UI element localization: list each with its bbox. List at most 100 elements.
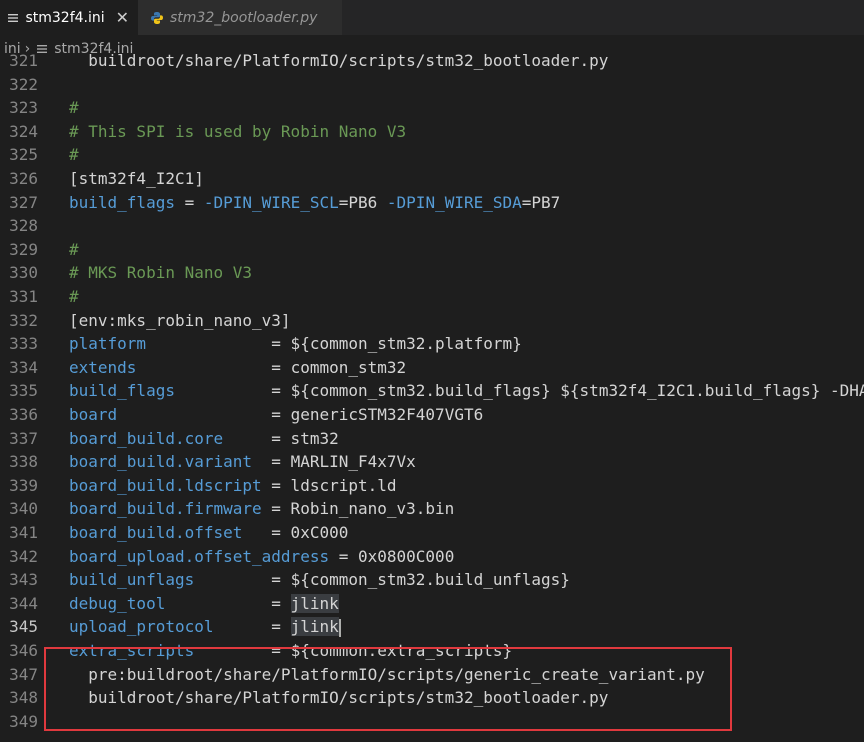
line-number: 329 [9,239,38,259]
code-token: [env:mks_robin_nano_v3] [69,310,291,330]
code-text: board_build.ldscript = ldscript.ld [69,474,397,498]
code-text: build_flags = ${common_stm32.build_flags… [69,379,864,403]
code-line[interactable]: 342 board_upload.offset_address = 0x0800C… [0,545,864,569]
code-line[interactable]: 329 # [0,238,864,262]
line-number: 328 [9,216,38,236]
code-token: = genericSTM32F407VGT6 [117,405,484,424]
line-number: 343 [9,570,38,590]
code-token: = ${common_stm32.platform} [146,334,522,354]
highlight-box [44,647,732,731]
code-token: jlink [290,593,339,613]
code-line[interactable]: 337 board_build.core = stm32 [0,427,864,451]
line-number: 332 [9,310,38,330]
code-line[interactable]: 322 [0,73,864,97]
code-line[interactable]: 338 board_build.variant = MARLIN_F4x7Vx [0,450,864,474]
code-token: build_unflags [69,570,195,590]
code-line[interactable]: 324 # This SPI is used by Robin Nano V3 [0,120,864,144]
code-text: board = genericSTM32F407VGT6 [69,403,483,427]
line-number: 349 [9,711,38,731]
code-token: =PB6 [338,192,387,212]
line-number: 347 [9,664,38,684]
line-number: 340 [9,499,38,519]
code-line[interactable]: 334 extends = common_stm32 [0,356,864,380]
code-line[interactable]: 327 build_flags = -DPIN_WIRE_SCL=PB6 -DPI… [0,191,864,215]
code-line[interactable]: 333 platform = ${common_stm32.platform} [0,332,864,356]
line-number: 331 [9,287,38,306]
code-text: # MKS Robin Nano V3 [69,261,252,285]
line-number: 324 [9,121,38,141]
code-text: board_build.core = stm32 [69,427,339,451]
code-text: [env:mks_robin_nano_v3] [69,309,291,333]
code-token: debug_tool [69,593,166,613]
close-icon[interactable]: ✕ [115,8,130,27]
code-line[interactable]: 339 board_build.ldscript = ldscript.ld [0,474,864,498]
code-line[interactable]: 341 board_build.offset = 0xC000 [0,521,864,545]
code-token: = ldscript.ld [261,475,397,495]
tab-stm32-bootloader-py[interactable]: stm32_bootloader.py [138,0,342,35]
code-line[interactable]: 325 # [0,143,864,167]
code-token: board_upload.offset_address [69,546,330,566]
code-token: = ${common_stm32.build_flags} ${stm32f4_… [174,381,864,401]
code-token: extends [69,357,137,377]
code-line[interactable]: 336 board = genericSTM32F407VGT6 [0,403,864,427]
line-number: 321 [9,54,38,70]
code-line[interactable]: 331 # [0,285,864,309]
code-line[interactable]: 332 [env:mks_robin_nano_v3] [0,309,864,333]
tab-label: stm32_bootloader.py [170,9,318,26]
code-token: = stm32 [223,428,339,448]
code-line[interactable]: 328 [0,214,864,238]
code-line[interactable]: 326 [stm32f4_I2C1] [0,167,864,191]
code-token: = [165,593,291,613]
code-line[interactable]: 335 build_flags = ${common_stm32.build_fl… [0,379,864,403]
line-number: 345 [9,617,38,637]
code-text: build_flags = -DPIN_WIRE_SCL=PB6 -DPIN_W… [69,191,560,215]
code-token: = Robin_nano_v3.bin [261,499,455,519]
code-token: =PB7 [521,192,561,212]
line-number: 339 [9,475,38,495]
code-line[interactable]: 343 build_unflags = ${common_stm32.build_… [0,568,864,592]
code-token: = 0xC000 [242,523,349,542]
code-line[interactable]: 330 # MKS Robin Nano V3 [0,261,864,285]
code-token: -DPIN_WIRE_SDA [386,192,522,212]
line-number: 335 [9,381,38,401]
code-line[interactable]: 345 upload_protocol = jlink [0,615,864,639]
code-text: # [69,238,79,262]
code-token: = [213,617,291,637]
code-text: # This SPI is used by Robin Nano V3 [69,120,406,144]
line-number: 334 [9,357,38,377]
line-number: 322 [9,74,38,94]
code-line[interactable]: 323 # [0,96,864,120]
code-token: # [69,239,79,259]
line-number: 330 [9,263,38,283]
line-number: 326 [9,169,38,188]
code-token: # MKS Robin Nano V3 [69,263,253,283]
line-number: 336 [9,405,38,424]
line-number: 348 [9,688,38,708]
code-text: board_build.firmware = Robin_nano_v3.bin [69,497,454,521]
code-text: # [69,96,79,120]
code-text: board_build.variant = MARLIN_F4x7Vx [69,450,416,474]
code-text: extends = common_stm32 [69,356,406,380]
code-token: -DPIN_WIRE_SCL [203,192,339,212]
ini-file-icon [6,10,19,26]
code-line[interactable]: 344 debug_tool = jlink [0,592,864,616]
code-line[interactable]: 340 board_build.firmware = Robin_nano_v3.… [0,497,864,521]
code-token: = MARLIN_F4x7Vx [252,452,416,472]
text-cursor [338,618,341,637]
code-text: debug_tool = jlink [69,592,339,616]
code-line[interactable]: 321 buildroot/share/PlatformIO/scripts/s… [0,54,864,73]
code-token: # This SPI is used by Robin Nano V3 [69,121,407,141]
code-editor[interactable]: 321 buildroot/share/PlatformIO/scripts/s… [0,54,864,742]
code-text: # [69,143,79,167]
code-token: board [69,405,118,424]
tab-bar: stm32f4.ini ✕ stm32_bootloader.py [0,0,864,35]
line-number: 333 [9,334,38,354]
tab-label: stm32f4.ini [25,9,105,26]
line-number: 342 [9,546,38,566]
tab-stm32f4-ini[interactable]: stm32f4.ini ✕ [0,0,138,35]
code-token: board_build.firmware [69,499,262,519]
code-text: platform = ${common_stm32.platform} [69,332,522,356]
code-token: board_build.core [69,428,224,448]
code-token: = common_stm32 [136,357,407,377]
line-number: 344 [9,593,38,613]
